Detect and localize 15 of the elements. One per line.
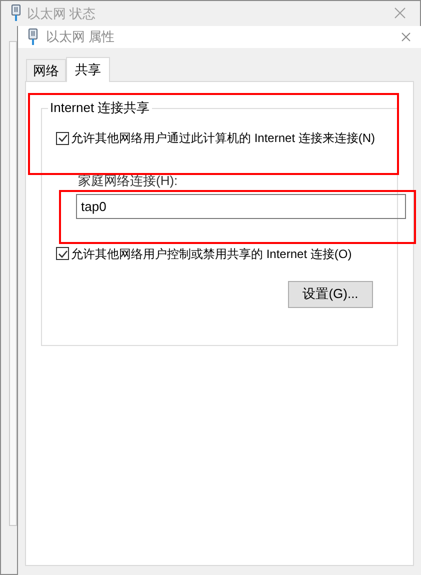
field-label: 家庭网络连接(H): <box>78 172 179 190</box>
window-title: 以太网 属性 <box>46 28 115 46</box>
window-title: 以太网 状态 <box>27 6 96 20</box>
settings-button[interactable]: 设置(G)... <box>288 280 373 308</box>
group-title: Internet 连接共享 <box>48 100 152 116</box>
tab[interactable]: 共享 <box>66 57 110 82</box>
network-plug-icon <box>11 4 21 22</box>
checkbox-label: 允许其他网络用户通过此计算机的 Internet 连接来连接(N) <box>71 130 376 147</box>
checkbox[interactable] <box>56 247 69 260</box>
close-icon[interactable] <box>401 32 411 42</box>
tab[interactable]: 网络 <box>26 59 66 81</box>
checkbox[interactable] <box>56 132 69 144</box>
network-plug-icon <box>28 28 38 46</box>
checkbox-label: 允许其他网络用户控制或禁用共享的 Internet 连接(O) <box>71 246 352 262</box>
input-field[interactable]: tap0 <box>76 194 406 218</box>
